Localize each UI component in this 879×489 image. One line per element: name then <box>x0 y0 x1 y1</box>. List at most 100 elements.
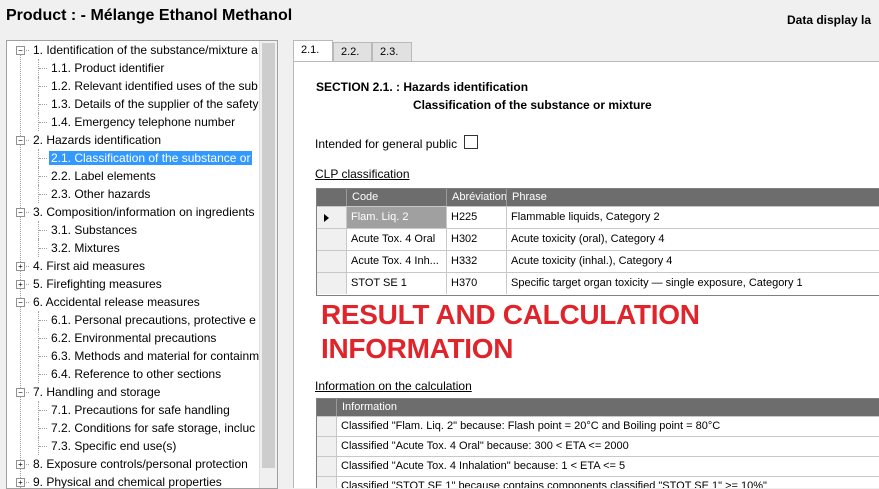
tree-item-label: 1.4. Emergency telephone number <box>51 115 236 129</box>
title-bar: Product : - Mélange Ethanol Methanol Dat… <box>0 0 879 36</box>
collapse-icon[interactable]: − <box>16 388 25 397</box>
cell-information: Classified "STOT SE 1" because contains … <box>336 477 879 488</box>
section-subtitle: Classification of the substance or mixtu… <box>413 98 652 112</box>
content-panel: SECTION 2.1. : Hazards identification Cl… <box>293 61 879 488</box>
tree-item-label: 8. Exposure controls/personal protection <box>33 457 248 471</box>
tree-item-label: 2.2. Label elements <box>51 169 156 183</box>
grid-corner <box>317 399 336 416</box>
cell-code: Acute Tox. 4 Oral <box>346 229 446 250</box>
collapse-icon[interactable]: − <box>16 208 25 217</box>
tree-item-label: 6.4. Reference to other sections <box>51 367 222 381</box>
tree-item-label: 7. Handling and storage <box>33 385 161 399</box>
row-header[interactable] <box>317 229 346 250</box>
table-row[interactable]: Acute Tox. 4 Inh... H332 Acute toxicity (i… <box>317 250 879 273</box>
tree-subsection-item[interactable]: 6.2. Environmental precautions <box>49 329 218 347</box>
expand-icon[interactable]: + <box>16 478 25 487</box>
tree-subsection-item[interactable]: 3.2. Mixtures <box>49 239 122 257</box>
general-public-checkbox[interactable] <box>464 135 478 149</box>
tree-connector <box>39 410 47 411</box>
tree-connector <box>39 68 47 69</box>
cell-information: Classified "Acute Tox. 4 Oral" because: … <box>336 437 879 456</box>
tree-item-label: 1.1. Product identifier <box>51 61 165 75</box>
tree-subsection-item[interactable]: 1.2. Relevant identified uses of the sub <box>49 77 260 95</box>
table-row[interactable]: Acute Tox. 4 Oral H302 Acute toxicity (ora… <box>317 228 879 251</box>
scrollbar-thumb[interactable] <box>262 43 275 468</box>
row-header[interactable] <box>317 207 346 228</box>
row-header[interactable] <box>317 457 336 476</box>
calculation-heading: Information on the calculation <box>315 379 472 393</box>
tree-subsection-item[interactable]: 7.3. Specific end use(s) <box>49 437 178 455</box>
tree-section-item[interactable]: 1. Identification of the substance/mixtu… <box>31 41 260 59</box>
tree-subsection-item[interactable]: 1.3. Details of the supplier of the safe… <box>49 95 260 113</box>
tab-2[interactable]: 2.2. <box>333 42 372 61</box>
tree-subsection-item[interactable]: 7.2. Conditions for safe storage, incluc <box>49 419 257 437</box>
table-row[interactable]: STOT SE 1 H370 Specific target organ toxic… <box>317 272 879 295</box>
calculation-header-row: Information <box>317 399 879 416</box>
tree-connector <box>38 329 39 347</box>
tree-connector <box>39 428 47 429</box>
tree-connector <box>38 149 39 167</box>
tab-1[interactable]: 2.1. <box>293 40 333 62</box>
table-row[interactable]: Classified "STOT SE 1" because contains … <box>317 476 879 488</box>
tree-subsection-item[interactable]: 6.1. Personal precautions, protective e <box>49 311 258 329</box>
tree-section-item[interactable]: 6. Accidental release measures <box>31 293 202 311</box>
column-header[interactable]: Phrase <box>506 189 879 206</box>
tree-subsection-item[interactable]: 6.3. Methods and material for containm <box>49 347 260 365</box>
tree-connector <box>39 86 47 87</box>
tab-3[interactable]: 2.3. <box>372 42 412 61</box>
tree-connector <box>38 347 39 365</box>
tree-section-item[interactable]: 2. Hazards identification <box>31 131 163 149</box>
tree-connector <box>39 446 47 447</box>
cell-abbr: H332 <box>446 251 506 272</box>
tree-scrollbar[interactable] <box>259 41 277 488</box>
overlay-line-2: INFORMATION <box>321 333 514 364</box>
row-header[interactable] <box>317 437 336 456</box>
clp-grid: Code Abréviation Phrase Flam. Liq. 2 H225 Fla… <box>316 188 879 296</box>
tree-subsection-item[interactable]: 7.1. Precautions for safe handling <box>49 401 232 419</box>
column-header[interactable]: Abréviation <box>446 189 507 206</box>
expand-icon[interactable]: + <box>16 262 25 271</box>
tree-subsection-item[interactable]: 6.4. Reference to other sections <box>49 365 223 383</box>
data-display-label[interactable]: Data display la <box>787 13 871 27</box>
tree-subsection-item[interactable]: 2.2. Label elements <box>49 167 158 185</box>
tree-section-item[interactable]: 4. First aid measures <box>31 257 147 275</box>
tree-connector <box>39 356 47 357</box>
row-header[interactable] <box>317 417 336 436</box>
tree-item-label: 5. Firefighting measures <box>33 277 162 291</box>
section-tree: 1. Identification of the substance/mixtu… <box>6 40 278 489</box>
tree-connector <box>39 194 47 195</box>
table-row[interactable]: Classified "Flam. Liq. 2" because: Flash… <box>317 416 879 437</box>
tree-item-label: 2.1. Classification of the substance or <box>49 151 253 165</box>
product-title: Product : - Mélange Ethanol Methanol <box>6 7 293 24</box>
tree-subsection-item[interactable]: 1.4. Emergency telephone number <box>49 113 237 131</box>
column-header[interactable]: Information <box>336 399 879 416</box>
row-header[interactable] <box>317 251 346 272</box>
row-header[interactable] <box>317 273 346 294</box>
tree-section-item[interactable]: 5. Firefighting measures <box>31 275 164 293</box>
tree-item-label: 6.2. Environmental precautions <box>51 331 217 345</box>
expand-icon[interactable]: + <box>16 280 25 289</box>
collapse-icon[interactable]: − <box>16 136 25 145</box>
tree-subsection-item[interactable]: 1.1. Product identifier <box>49 59 166 77</box>
column-header[interactable]: Code <box>346 189 446 206</box>
section-title: SECTION 2.1. : Hazards identification <box>316 80 529 94</box>
tree-item-label: 4. First aid measures <box>33 259 146 273</box>
tree-connector <box>38 59 39 77</box>
collapse-icon[interactable]: − <box>16 46 25 55</box>
tree-section-item[interactable]: 7. Handling and storage <box>31 383 162 401</box>
tree-section-item[interactable]: 3. Composition/information on ingredient… <box>31 203 256 221</box>
tree-item-label: 3.2. Mixtures <box>51 241 120 255</box>
cell-phrase: Acute toxicity (inhal.), Category 4 <box>506 251 879 272</box>
tree-subsection-item[interactable]: 2.1. Classification of the substance or <box>49 149 253 167</box>
tree-subsection-item[interactable]: 3.1. Substances <box>49 221 139 239</box>
table-row[interactable]: Classified "Acute Tox. 4 Inhalation" bec… <box>317 456 879 477</box>
table-row[interactable]: Flam. Liq. 2 H225 Flammable liquids, Categ… <box>317 206 879 229</box>
tree-connector <box>38 77 39 95</box>
expand-icon[interactable]: + <box>16 460 25 469</box>
tree-subsection-item[interactable]: 2.3. Other hazards <box>49 185 152 203</box>
table-row[interactable]: Classified "Acute Tox. 4 Oral" because: … <box>317 436 879 457</box>
tree-section-item[interactable]: 8. Exposure controls/personal protection <box>31 455 250 473</box>
row-header[interactable] <box>317 477 336 488</box>
collapse-icon[interactable]: − <box>16 298 25 307</box>
tree-section-item[interactable]: 9. Physical and chemical properties <box>31 473 224 488</box>
